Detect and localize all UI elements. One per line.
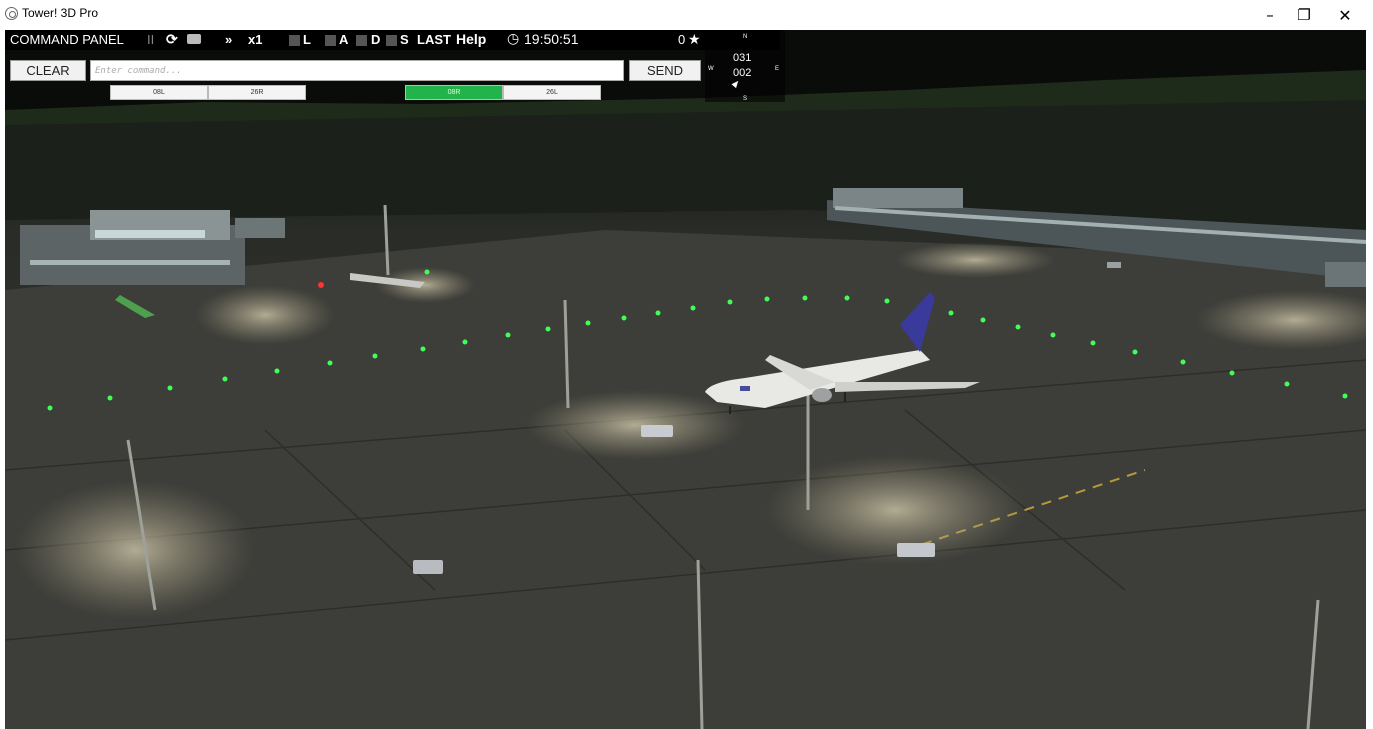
clock-icon: ◷ — [507, 30, 520, 46]
command-input[interactable] — [90, 60, 624, 81]
toggle-s-label[interactable]: S — [400, 32, 409, 47]
compass-east: E — [775, 66, 780, 72]
last-button[interactable]: LAST — [417, 32, 451, 47]
score-display: 0 — [678, 32, 686, 47]
window-title: Tower! 3D Pro — [22, 6, 99, 20]
runway-08L-button[interactable]: 08L — [110, 85, 208, 100]
toggle-s-checkbox[interactable] — [386, 35, 397, 46]
pause-button[interactable]: II — [147, 32, 154, 47]
toggle-l-checkbox[interactable] — [289, 35, 300, 46]
runway-26L-button[interactable]: 26L — [503, 85, 601, 100]
send-button[interactable]: SEND — [629, 60, 701, 81]
wind-speed: 002 — [733, 67, 752, 79]
clear-button[interactable]: CLEAR — [10, 60, 86, 81]
runway-26R-button[interactable]: 26R — [208, 85, 306, 100]
airport-scene[interactable] — [5, 30, 1366, 729]
app-icon — [5, 7, 18, 20]
toggle-d-checkbox[interactable] — [356, 35, 367, 46]
wind-direction: 031 — [733, 52, 752, 64]
star-icon: ★ — [688, 31, 701, 47]
toggle-l-label[interactable]: L — [303, 32, 311, 47]
command-panel: COMMAND PANEL II ⟳ » x1 L A D S LAST Hel… — [5, 30, 780, 50]
clock-display: 19:50:51 — [524, 31, 579, 47]
wind-compass: N W E S 031 002 — [705, 30, 785, 102]
toggle-a-label[interactable]: A — [339, 32, 348, 47]
airport-3d-view[interactable] — [5, 30, 1366, 729]
compass-west: W — [708, 66, 714, 72]
compass-south: S — [743, 96, 748, 102]
camera-icon[interactable] — [187, 34, 201, 44]
fast-forward-button[interactable]: » — [225, 32, 232, 47]
compass-north: N — [743, 34, 748, 40]
help-button[interactable]: Help — [456, 31, 486, 47]
maximize-button[interactable]: ❐ — [1284, 0, 1324, 30]
command-panel-label: COMMAND PANEL — [10, 32, 124, 47]
toggle-a-checkbox[interactable] — [325, 35, 336, 46]
reset-button[interactable]: ⟳ — [166, 31, 178, 48]
runway-08R-button[interactable]: 08R — [405, 85, 503, 100]
close-button[interactable]: ✕ — [1325, 0, 1365, 30]
wind-arrow-icon — [731, 78, 741, 89]
toggle-d-label[interactable]: D — [371, 32, 380, 47]
speed-indicator[interactable]: x1 — [248, 32, 262, 47]
window-titlebar: Tower! 3D Pro – ❐ ✕ — [0, 0, 1373, 30]
